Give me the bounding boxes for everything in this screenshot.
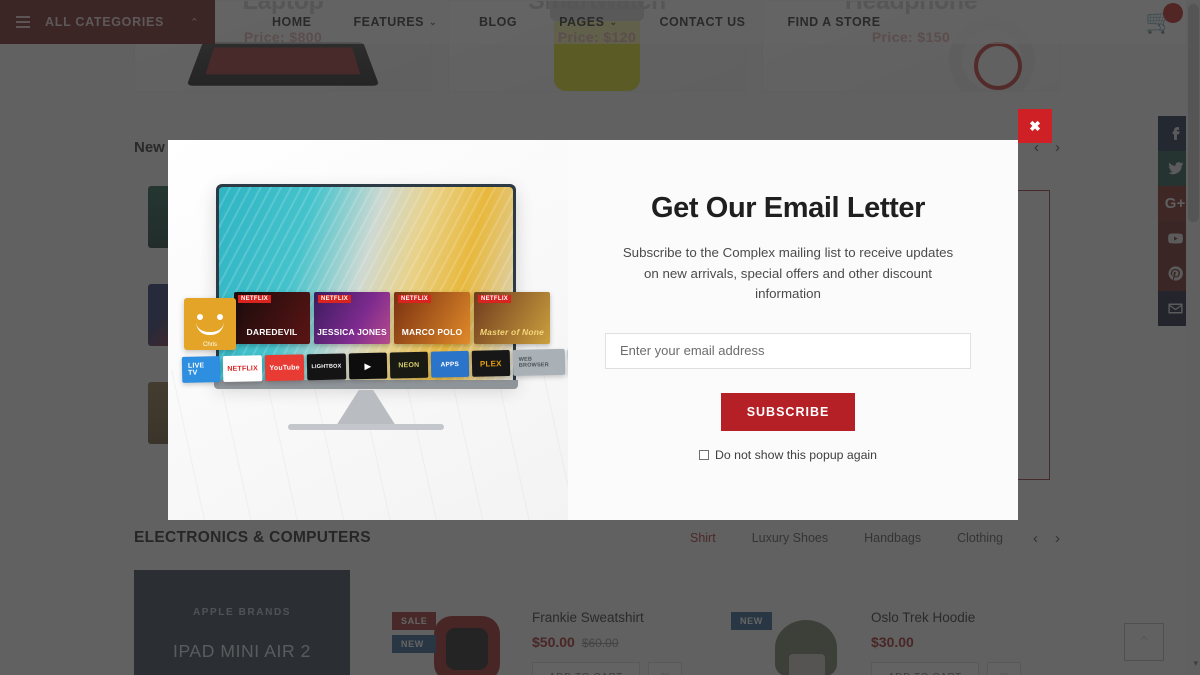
tv-stand — [336, 390, 396, 426]
app-web-browser: WEB BROWSER — [512, 348, 566, 376]
tile-title: DAREDEVIL — [246, 327, 298, 338]
profile-name: Chris — [202, 342, 217, 348]
modal-description: Subscribe to the Complex mailing list to… — [622, 245, 954, 302]
app-youtube: YouTube — [264, 354, 305, 382]
modal-form-panel: Get Our Email Letter Subscribe to the Co… — [568, 140, 1018, 520]
app-play-icon: ▸ — [348, 352, 388, 380]
app-plex: PLEX — [471, 350, 511, 377]
email-field[interactable]: Enter your email address — [605, 332, 971, 369]
tile-title: Master of None — [479, 327, 545, 338]
dont-show-again-row[interactable]: Do not show this popup again — [698, 447, 878, 462]
app-live-tv: LIVE TV — [181, 356, 221, 383]
netflix-badge: NETFLIX — [318, 295, 352, 303]
dont-show-again-checkbox[interactable] — [698, 449, 709, 460]
eye-right — [217, 314, 223, 320]
eye-left — [197, 314, 203, 320]
app-lightbox: LIGHTBOX — [306, 353, 347, 381]
modal-title: Get Our Email Letter — [650, 192, 925, 224]
tile-jessica-jones: NETFLIX JESSICA JONES — [314, 292, 390, 344]
close-icon: ✖ — [1029, 117, 1041, 134]
netflix-badge: NETFLIX — [238, 295, 272, 303]
netflix-badge: NETFLIX — [398, 295, 432, 303]
tile-master-of-none: NETFLIX Master of None — [474, 292, 550, 344]
tile-marco-polo: NETFLIX MARCO POLO — [394, 292, 470, 344]
tv-base — [288, 424, 444, 430]
smile-icon — [196, 322, 224, 335]
netflix-badge: NETFLIX — [478, 295, 512, 303]
tile-daredevil: NETFLIX DAREDEVIL — [234, 292, 310, 344]
profile-tile-chris: Chris — [184, 298, 236, 350]
tile-title: JESSICA JONES — [317, 327, 387, 338]
dont-show-again-label: Do not show this popup again — [714, 447, 878, 462]
app-neon: NEON — [389, 351, 429, 379]
app-apps: APPS — [430, 350, 470, 378]
tv-bezel — [214, 380, 518, 389]
close-modal-button[interactable]: ✖ — [1018, 109, 1052, 143]
netflix-tiles: NETFLIX DAREDEVIL NETFLIX JESSICA JONES … — [234, 292, 550, 344]
page-root: Laptop Price: $800 Smartwatch Price: $12… — [0, 0, 1200, 675]
email-placeholder: Enter your email address — [620, 343, 765, 359]
modal-image-panel: Chris NETFLIX DAREDEVIL NETFLIX JESSICA … — [168, 140, 568, 520]
tile-title: MARCO POLO — [401, 327, 463, 338]
newsletter-modal: Chris NETFLIX DAREDEVIL NETFLIX JESSICA … — [168, 140, 1018, 520]
app-netflix: NETFLIX — [222, 355, 263, 383]
subscribe-button[interactable]: SUBSCRIBE — [720, 392, 856, 431]
smart-tv-illustration: Chris NETFLIX DAREDEVIL NETFLIX JESSICA … — [168, 140, 568, 520]
